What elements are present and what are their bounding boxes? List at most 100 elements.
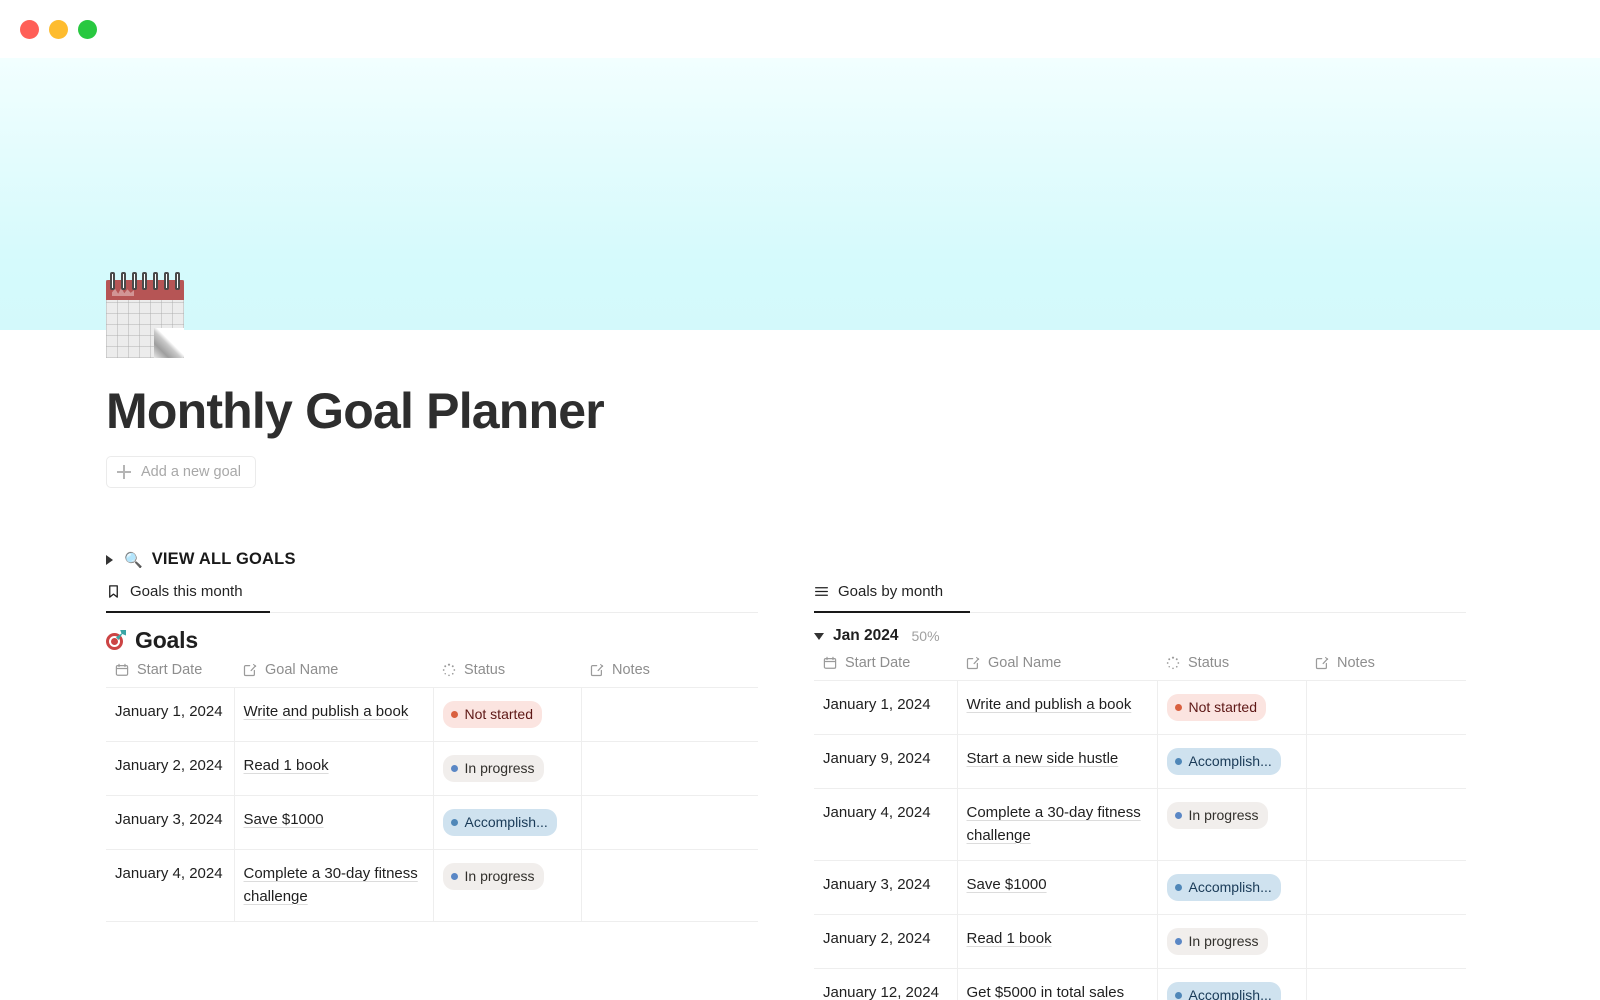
cell-goal-name[interactable]: Complete a 30-day fitness challenge [957,788,1158,861]
goal-name-link[interactable]: Read 1 book [244,757,329,774]
cell-status[interactable]: Accomplish... [433,795,582,850]
cell-start-date[interactable]: January 2, 2024 [814,914,958,969]
status-label: Accomplish... [1188,753,1272,769]
group-header-jan-2024[interactable]: Jan 2024 50% [814,627,1466,645]
add-new-goal-button[interactable]: Add a new goal [106,456,256,488]
column-header-notes[interactable]: Notes [1306,653,1466,681]
cell-notes[interactable] [581,795,758,850]
goal-name-link[interactable]: Get $5000 in total sales [967,984,1125,1000]
bookmark-icon [106,584,121,599]
cell-start-date[interactable]: January 4, 2024 [106,849,235,922]
cell-status[interactable]: In progress [433,741,582,796]
goal-name-link[interactable]: Read 1 book [967,930,1052,947]
column-header-goal-name[interactable]: Goal Name [234,660,433,688]
status-badge[interactable]: Not started [1166,694,1266,721]
cell-status[interactable]: Accomplish... [1157,860,1307,915]
cell-goal-name[interactable]: Get $5000 in total sales [957,968,1158,1000]
cell-notes[interactable] [1306,860,1466,915]
status-badge[interactable]: Accomplish... [442,809,557,836]
status-badge[interactable]: In progress [442,755,544,782]
goal-name-link[interactable]: Complete a 30-day fitness challenge [967,804,1141,844]
cell-status[interactable]: In progress [1157,788,1307,861]
minimize-window-button[interactable] [49,19,68,39]
cell-start-date[interactable]: January 12, 2024 [814,968,958,1000]
status-label: Accomplish... [464,814,548,830]
cell-start-date[interactable]: January 2, 2024 [106,741,235,796]
status-badge[interactable]: Accomplish... [1166,748,1281,775]
table-row[interactable]: January 1, 2024 Write and publish a book N… [106,687,758,742]
cell-status[interactable]: Not started [1157,680,1307,735]
view-all-goals-toggle[interactable]: 🔍 VIEW ALL GOALS [106,550,1600,569]
goal-name-link[interactable]: Write and publish a book [967,696,1132,713]
cell-goal-name[interactable]: Save $1000 [234,795,434,850]
spinner-icon [442,663,457,678]
status-badge[interactable]: In progress [442,863,544,890]
view-all-goals-label: VIEW ALL GOALS [151,550,296,568]
cell-start-date[interactable]: January 1, 2024 [106,687,235,742]
cell-status[interactable]: Not started [433,687,582,742]
column-header-start-date[interactable]: Start Date [814,653,957,681]
status-badge[interactable]: In progress [1166,928,1268,955]
cell-notes[interactable] [1306,680,1466,735]
table-row[interactable]: January 9, 2024 Start a new side hustle Ac… [814,734,1466,789]
table-row[interactable]: January 2, 2024 Read 1 book In progress [106,741,758,796]
goal-name-link[interactable]: Save $1000 [244,811,324,828]
table-row[interactable]: January 2, 2024 Read 1 book In progress [814,914,1466,969]
cell-notes[interactable] [1306,734,1466,789]
chevron-right-icon[interactable] [106,554,113,565]
chevron-down-icon[interactable] [814,632,824,640]
cell-status[interactable]: Accomplish... [1157,968,1307,1000]
cell-goal-name[interactable]: Save $1000 [957,860,1158,915]
tab-goals-this-month[interactable]: Goals this month [106,583,758,611]
cell-notes[interactable] [1306,788,1466,861]
cell-goal-name[interactable]: Complete a 30-day fitness challenge [234,849,434,922]
maximize-window-button[interactable] [78,19,97,39]
cell-start-date[interactable]: January 3, 2024 [106,795,235,850]
cell-start-date[interactable]: January 1, 2024 [814,680,958,735]
goal-name-link[interactable]: Start a new side hustle [967,750,1119,767]
cell-start-date[interactable]: January 3, 2024 [814,860,958,915]
goal-name-link[interactable]: Write and publish a book [244,703,409,720]
column-header-status[interactable]: Status [1157,653,1306,681]
table-row[interactable]: January 3, 2024 Save $1000 Accomplish... [106,795,758,850]
table-row[interactable]: January 4, 2024 Complete a 30-day fitness… [814,788,1466,861]
database-title-label: Goals [135,627,198,653]
cell-goal-name[interactable]: Write and publish a book [234,687,434,742]
cell-notes[interactable] [581,849,758,922]
status-badge[interactable]: Accomplish... [1166,874,1281,901]
table-row[interactable]: January 4, 2024 Complete a 30-day fitness… [106,849,758,922]
tab-goals-by-month[interactable]: Goals by month [814,583,1466,611]
column-header-goal-name[interactable]: Goal Name [957,653,1157,681]
column-header-start-date[interactable]: Start Date [106,660,234,688]
cell-notes[interactable] [1306,968,1466,1000]
status-badge[interactable]: In progress [1166,802,1268,829]
cell-notes[interactable] [1306,914,1466,969]
plus-icon [117,465,131,479]
table-row[interactable]: January 1, 2024 Write and publish a book N… [814,680,1466,735]
cell-start-date[interactable]: January 4, 2024 [814,788,958,861]
cell-goal-name[interactable]: Read 1 book [957,914,1158,969]
edit-square-icon [590,663,605,678]
cell-status[interactable]: In progress [433,849,582,922]
page-icon[interactable] [106,272,184,364]
cell-goal-name[interactable]: Read 1 book [234,741,434,796]
cell-start-date[interactable]: January 9, 2024 [814,734,958,789]
column-header-start-date-label: Start Date [137,662,203,678]
goal-name-link[interactable]: Save $1000 [967,876,1047,893]
cell-notes[interactable] [581,687,758,742]
column-header-notes[interactable]: Notes [581,660,758,688]
status-dot-icon [450,873,458,880]
cell-goal-name[interactable]: Start a new side hustle [957,734,1158,789]
column-header-status[interactable]: Status [433,660,581,688]
cell-status[interactable]: Accomplish... [1157,734,1307,789]
table-row[interactable]: January 12, 2024 Get $5000 in total sales… [814,968,1466,1000]
status-badge[interactable]: Not started [442,701,542,728]
target-icon [106,630,126,650]
close-window-button[interactable] [20,19,39,39]
cell-notes[interactable] [581,741,758,796]
goal-name-link[interactable]: Complete a 30-day fitness challenge [244,865,418,905]
cell-status[interactable]: In progress [1157,914,1307,969]
cell-goal-name[interactable]: Write and publish a book [957,680,1158,735]
status-badge[interactable]: Accomplish... [1166,982,1281,1000]
table-row[interactable]: January 3, 2024 Save $1000 Accomplish... [814,860,1466,915]
